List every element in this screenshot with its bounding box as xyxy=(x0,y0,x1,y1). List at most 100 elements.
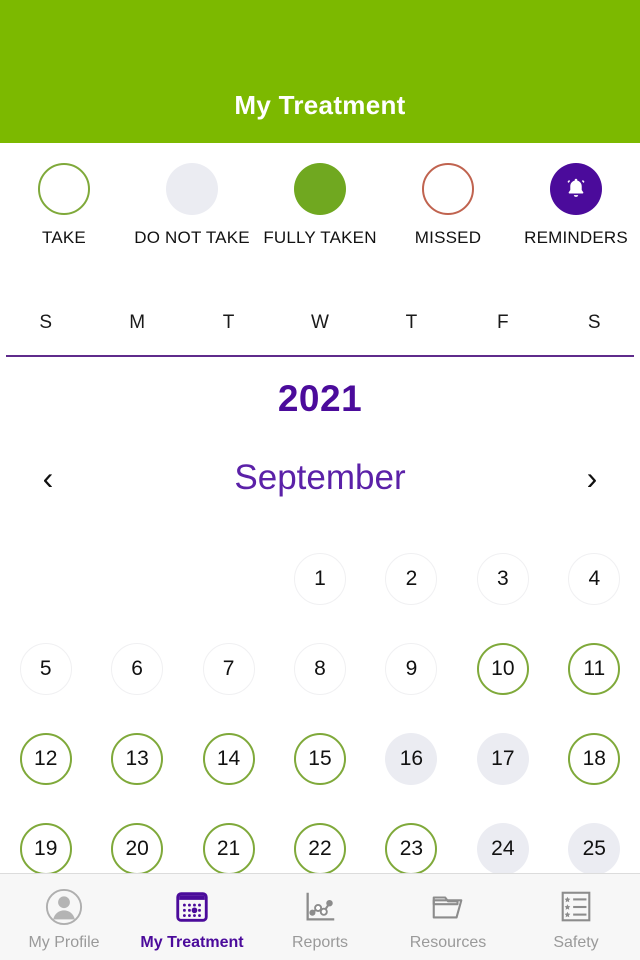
calendar-day[interactable]: 1 xyxy=(293,553,346,605)
nav-item-reports[interactable]: Reports xyxy=(256,874,384,960)
calendar-cell[interactable]: 23 xyxy=(366,804,457,873)
calendar-day[interactable]: 5 xyxy=(19,643,72,695)
calendar-day[interactable]: 10 xyxy=(476,643,529,695)
empty-green-circle-icon xyxy=(38,163,90,215)
calendar-cell[interactable]: 5 xyxy=(0,624,91,714)
weekday-mon: M xyxy=(129,312,146,333)
calendar-day[interactable]: 15 xyxy=(293,733,346,785)
calendar-cell[interactable]: 19 xyxy=(0,804,91,873)
legend-label: DO NOT TAKE xyxy=(134,228,250,247)
calendar-day[interactable]: 23 xyxy=(385,823,438,873)
legend-item-take[interactable]: TAKE xyxy=(0,143,128,298)
legend-label: FULLY TAKEN xyxy=(263,228,377,247)
calendar-cell[interactable]: 9 xyxy=(366,624,457,714)
calendar-day[interactable]: 4 xyxy=(568,553,621,605)
legend-item-reminders[interactable]: REMINDERS xyxy=(512,143,640,298)
calendar-cell[interactable]: 11 xyxy=(549,624,640,714)
weekday-header-row: S M T W T F S xyxy=(0,312,640,354)
calendar-cell[interactable]: 24 xyxy=(457,804,548,873)
calendar-cell[interactable]: 8 xyxy=(274,624,365,714)
empty-red-circle-icon xyxy=(422,163,474,215)
calendar-cell[interactable]: 18 xyxy=(549,714,640,804)
calendar-day[interactable]: 16 xyxy=(385,733,438,785)
filled-green-circle-icon xyxy=(294,163,346,215)
calendar-cell[interactable]: 10 xyxy=(457,624,548,714)
calendar-cell[interactable]: 4 xyxy=(549,534,640,624)
calendar-day[interactable]: 17 xyxy=(476,733,529,785)
calendar-day[interactable]: 6 xyxy=(111,643,164,695)
calendar-cell xyxy=(91,534,182,624)
month-navigation: ‹ September › xyxy=(0,448,640,508)
legend-item-do-not-take[interactable]: DO NOT TAKE xyxy=(128,143,256,298)
calendar-cell[interactable]: 15 xyxy=(274,714,365,804)
calendar-cell[interactable]: 25 xyxy=(549,804,640,873)
calendar-day[interactable]: 22 xyxy=(293,823,346,873)
nav-label: Safety xyxy=(553,933,599,951)
calendar-cell[interactable]: 20 xyxy=(91,804,182,873)
header-divider xyxy=(6,355,634,357)
calendar-day[interactable]: 24 xyxy=(476,823,529,873)
calendar-month: September xyxy=(234,458,406,497)
previous-month-button[interactable]: ‹ xyxy=(28,456,68,500)
calendar-day[interactable]: 7 xyxy=(202,643,255,695)
calendar-day[interactable]: 2 xyxy=(385,553,438,605)
status-legend: TAKE DO NOT TAKE FULLY TAKEN MISSED REMI… xyxy=(0,143,640,298)
weekday-sun: S xyxy=(39,312,53,333)
calendar-day[interactable]: 14 xyxy=(202,733,255,785)
bell-icon xyxy=(550,163,602,215)
nav-label: My Treatment xyxy=(140,933,244,951)
nav-label: My Profile xyxy=(28,933,100,951)
weekday-thu: T xyxy=(405,312,418,333)
weekday-fri: F xyxy=(497,312,509,333)
calendar-cell[interactable]: 6 xyxy=(91,624,182,714)
calendar-day[interactable]: 13 xyxy=(111,733,164,785)
calendar-cell[interactable]: 3 xyxy=(457,534,548,624)
person-icon xyxy=(41,887,87,927)
calendar-day[interactable]: 11 xyxy=(568,643,621,695)
nav-item-resources[interactable]: Resources xyxy=(384,874,512,960)
calendar-cell[interactable]: 2 xyxy=(366,534,457,624)
calendar-day[interactable]: 25 xyxy=(568,823,621,873)
calendar-cell[interactable]: 7 xyxy=(183,624,274,714)
legend-label: REMINDERS xyxy=(524,228,628,247)
calendar-day[interactable]: 19 xyxy=(19,823,72,873)
page-title: My Treatment xyxy=(234,90,406,120)
calendar-cell[interactable]: 17 xyxy=(457,714,548,804)
calendar-day[interactable]: 12 xyxy=(19,733,72,785)
calendar-day[interactable]: 9 xyxy=(385,643,438,695)
app-screen: My Treatment TAKE DO NOT TAKE FULLY TAKE… xyxy=(0,0,640,960)
bottom-navigation: My Profile My Treatment Reports Resource… xyxy=(0,873,640,960)
nav-item-my-treatment[interactable]: My Treatment xyxy=(128,874,256,960)
calendar-cell[interactable]: 22 xyxy=(274,804,365,873)
folder-icon xyxy=(425,887,471,927)
legend-item-missed[interactable]: MISSED xyxy=(384,143,512,298)
next-month-button[interactable]: › xyxy=(572,456,612,500)
calendar-cell xyxy=(0,534,91,624)
app-header: My Treatment xyxy=(0,0,640,143)
calendar-day[interactable]: 8 xyxy=(293,643,346,695)
legend-label: TAKE xyxy=(42,228,86,247)
calendar-day[interactable]: 18 xyxy=(568,733,621,785)
weekday-wed: W xyxy=(311,312,329,333)
calendar-cell[interactable]: 16 xyxy=(366,714,457,804)
calendar-cell[interactable]: 1 xyxy=(274,534,365,624)
calendar-day[interactable]: 20 xyxy=(111,823,164,873)
calendar-cell[interactable]: 14 xyxy=(183,714,274,804)
calendar-cell[interactable]: 12 xyxy=(0,714,91,804)
calendar-day[interactable]: 21 xyxy=(202,823,255,873)
legend-item-fully-taken[interactable]: FULLY TAKEN xyxy=(256,143,384,298)
calendar-grid: 1 2 3 4 5 6 7 8 9 10 11 12 13 14 15 16 17 18 19 20 21 22 23 24 2… xyxy=(0,534,640,873)
nav-label: Resources xyxy=(409,933,487,951)
legend-label: MISSED xyxy=(414,228,482,247)
calendar-cell[interactable]: 13 xyxy=(91,714,182,804)
nav-label: Reports xyxy=(291,933,349,951)
chart-icon xyxy=(297,887,343,927)
calendar-cell xyxy=(183,534,274,624)
calendar-cell[interactable]: 21 xyxy=(183,804,274,873)
calendar-day[interactable]: 3 xyxy=(476,553,529,605)
calendar-icon xyxy=(169,887,215,927)
weekday-sat: S xyxy=(587,312,601,333)
checklist-icon xyxy=(553,887,599,927)
nav-item-my-profile[interactable]: My Profile xyxy=(0,874,128,960)
nav-item-safety[interactable]: Safety xyxy=(512,874,640,960)
